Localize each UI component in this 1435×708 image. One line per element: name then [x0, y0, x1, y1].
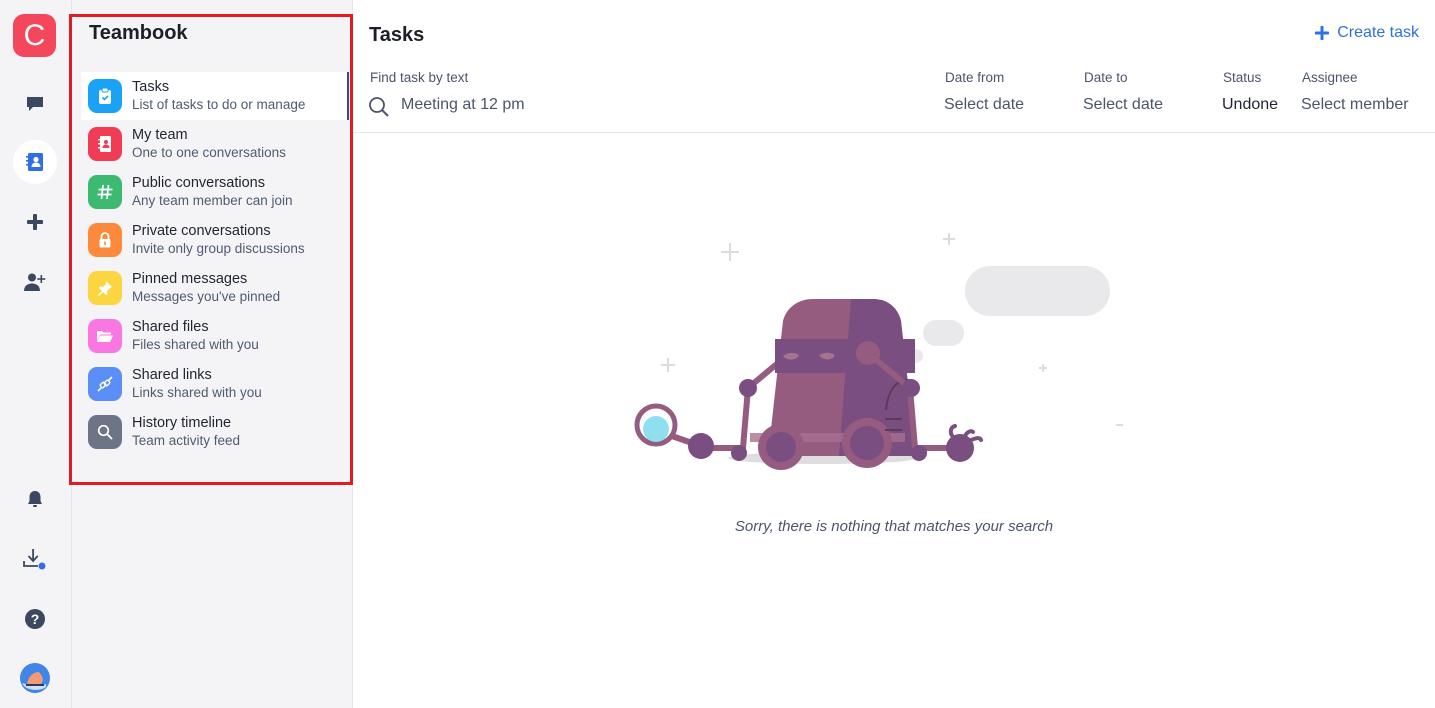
search-icon — [97, 424, 113, 440]
avatar — [20, 663, 50, 693]
nav-item-label: Shared links — [132, 367, 212, 383]
status-select[interactable]: Undone — [1222, 96, 1278, 114]
rail-notifications-button[interactable] — [13, 477, 57, 521]
nav-item-my-team[interactable]: My team One to one conversations — [81, 120, 349, 168]
create-task-label: Create task — [1337, 24, 1419, 41]
workspace-logo[interactable]: C — [13, 14, 56, 57]
search-icon — [369, 97, 389, 117]
date-from-picker[interactable]: Select date — [944, 96, 1024, 114]
nav-item-label: Tasks — [132, 79, 170, 95]
rail-add-button[interactable] — [13, 200, 57, 244]
date-to-label: Date to — [1084, 70, 1128, 85]
help-icon: ? — [25, 609, 45, 629]
svg-text:?: ? — [31, 611, 40, 627]
folder-icon — [97, 331, 113, 342]
task-filters: Find task by text Date from Select date … — [353, 68, 1435, 133]
nav-item-description: Team activity feed — [132, 433, 241, 448]
nav-item-private-conversations[interactable]: Private conversations Invite only group … — [81, 216, 349, 264]
nav-item-description: Links shared with you — [132, 385, 262, 400]
assignee-select[interactable]: Select member — [1301, 96, 1409, 114]
tasks-main: Tasks Create task Find task by text Date… — [353, 0, 1435, 708]
robot-illustration — [634, 233, 1123, 470]
date-from-label: Date from — [945, 70, 1005, 85]
nav-item-label: Shared files — [132, 319, 209, 335]
rail-invite-button[interactable] — [13, 260, 57, 304]
nav-item-description: Any team member can join — [132, 193, 293, 208]
pin-icon — [98, 281, 112, 296]
search-label: Find task by text — [370, 70, 469, 85]
teambook-panel: Teambook Tasks List of tasks to do or ma… — [72, 0, 353, 708]
status-label: Status — [1223, 70, 1262, 85]
contact-book-icon — [26, 153, 43, 171]
plus-icon — [1315, 26, 1330, 40]
date-to-picker[interactable]: Select date — [1083, 96, 1163, 114]
thought-cloud-large — [965, 266, 1110, 316]
rail-teambook-button[interactable] — [13, 140, 57, 184]
profile-avatar[interactable] — [13, 656, 57, 700]
left-rail: C ? — [0, 0, 72, 708]
plus-icon — [27, 214, 43, 230]
teambook-nav: Tasks List of tasks to do or manage My t… — [81, 72, 349, 456]
empty-state-message: Sorry, there is nothing that matches you… — [734, 518, 1054, 535]
nav-item-pinned-messages[interactable]: Pinned messages Messages you've pinned — [81, 264, 349, 312]
hash-icon — [97, 184, 113, 200]
contact-book-icon — [98, 136, 111, 152]
nav-item-label: Private conversations — [132, 223, 271, 239]
nav-item-shared-files[interactable]: Shared files Files shared with you — [81, 312, 349, 360]
app-window: C ? Teambook Tasks List of tasks to do o… — [0, 0, 1435, 708]
clipboard-check-icon — [99, 87, 111, 104]
empty-state: Sorry, there is nothing that matches you… — [353, 133, 1435, 708]
link-icon — [97, 376, 113, 392]
panel-title: Teambook — [89, 22, 188, 44]
nav-item-label: History timeline — [132, 415, 232, 431]
nav-item-description: List of tasks to do or manage — [132, 97, 306, 112]
nav-item-label: My team — [132, 127, 188, 143]
nav-item-description: Files shared with you — [132, 337, 259, 352]
search-input[interactable] — [401, 96, 701, 114]
nav-item-description: Messages you've pinned — [132, 289, 281, 304]
rail-messages-button[interactable] — [13, 82, 57, 126]
nav-item-label: Public conversations — [132, 175, 265, 191]
nav-item-public-conversations[interactable]: Public conversations Any team member can… — [81, 168, 349, 216]
bell-icon — [28, 491, 42, 507]
lock-icon — [99, 232, 111, 248]
nav-item-history-timeline[interactable]: History timeline Team activity feed — [81, 408, 349, 456]
add-user-icon — [24, 273, 46, 291]
page-title: Tasks — [369, 24, 425, 46]
download-badge — [38, 562, 46, 570]
download-icon — [23, 549, 46, 570]
thought-cloud-medium — [923, 320, 964, 346]
nav-item-shared-links[interactable]: Shared links Links shared with you — [81, 360, 349, 408]
nav-item-description: Invite only group discussions — [132, 241, 305, 256]
nav-item-description: One to one conversations — [132, 145, 286, 160]
rail-help-button[interactable]: ? — [13, 597, 57, 641]
chat-bubble-icon — [27, 97, 43, 111]
rail-downloads-button[interactable] — [13, 537, 57, 581]
nav-item-tasks[interactable]: Tasks List of tasks to do or manage — [81, 72, 349, 120]
assignee-label: Assignee — [1302, 70, 1358, 85]
nav-item-label: Pinned messages — [132, 271, 248, 287]
create-task-button[interactable]: Create task — [1315, 24, 1419, 42]
